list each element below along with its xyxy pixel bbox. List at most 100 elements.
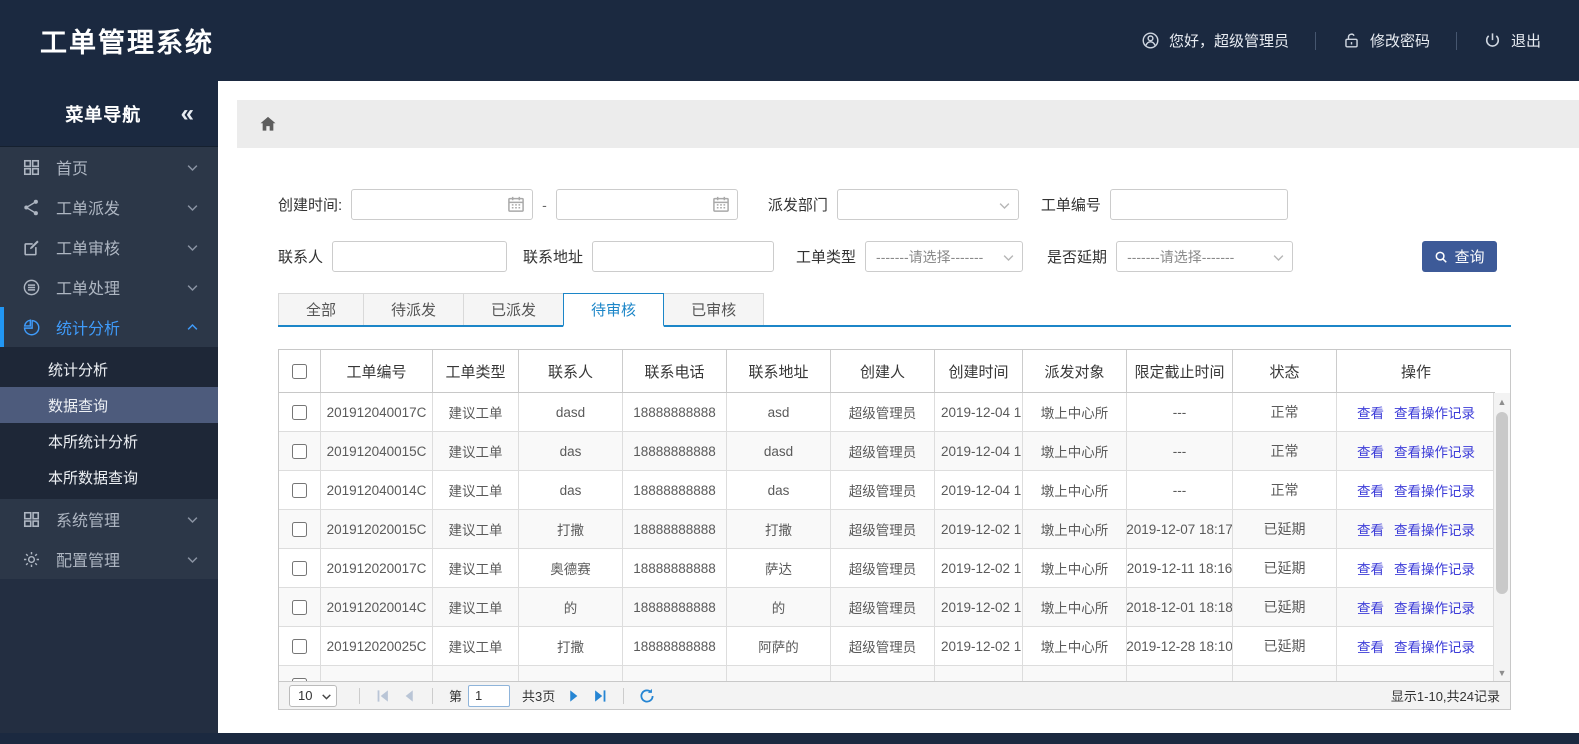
view-link[interactable]: 查看 bbox=[1357, 636, 1384, 656]
last-page-button[interactable] bbox=[591, 687, 609, 705]
cell-address: asd bbox=[727, 393, 831, 431]
scroll-down-arrow[interactable]: ▼ bbox=[1494, 664, 1510, 681]
page-size-select[interactable]: 10 bbox=[289, 684, 337, 707]
row-checkbox[interactable] bbox=[292, 599, 307, 615]
first-page-button[interactable] bbox=[374, 687, 392, 705]
scrollbar-thumb[interactable] bbox=[1496, 412, 1508, 594]
table-row: 201912020015C 建议工单 打撒 18888888888 打撒 超级管… bbox=[279, 510, 1495, 549]
view-link[interactable]: 查看 bbox=[1357, 480, 1384, 500]
col-header: 限定截止时间 bbox=[1127, 350, 1233, 392]
sidebar-item-label: 统计分析 bbox=[56, 321, 121, 338]
submenu-item-statistics[interactable]: 统计分析 bbox=[0, 351, 218, 387]
cell-deadline: --- bbox=[1127, 432, 1233, 470]
page-number-input[interactable] bbox=[468, 684, 511, 707]
tab-reviewed[interactable]: 已审核 bbox=[663, 293, 765, 325]
create-time-end-input[interactable] bbox=[555, 189, 738, 220]
submenu-item-branch-statistics[interactable]: 本所统计分析 bbox=[0, 423, 218, 459]
contact-label: 联系人 bbox=[278, 249, 324, 266]
pagination-bar: 10 第 共3页 显示1-10,共24 bbox=[279, 681, 1510, 709]
sidebar-item-dispatch[interactable]: 工单派发 bbox=[0, 187, 218, 227]
greeting-item[interactable]: 您好，超级管理员 bbox=[1141, 30, 1289, 51]
chevron-down-icon bbox=[185, 200, 200, 215]
sidebar-item-label: 首页 bbox=[56, 161, 89, 178]
view-log-link[interactable]: 查看操作记录 bbox=[1394, 480, 1475, 500]
scroll-up-arrow[interactable]: ▲ bbox=[1494, 393, 1510, 410]
cell-target: 墩上中心所 bbox=[1023, 627, 1127, 665]
nav-title: 菜单导航 bbox=[65, 104, 142, 125]
delay-select[interactable]: -------请选择------- bbox=[1116, 241, 1294, 272]
tab-to-review[interactable]: 待审核 bbox=[563, 293, 665, 327]
lock-icon bbox=[1342, 31, 1361, 50]
sidebar-item-config[interactable]: 配置管理 bbox=[0, 539, 218, 579]
row-checkbox[interactable] bbox=[292, 560, 307, 576]
next-page-button[interactable] bbox=[565, 687, 583, 705]
chevron-down-icon bbox=[185, 552, 200, 567]
row-checkbox[interactable] bbox=[292, 443, 307, 459]
edit-icon bbox=[22, 238, 41, 257]
cell-target: 墩上中心所 bbox=[1023, 588, 1127, 626]
row-checkbox[interactable] bbox=[292, 482, 307, 498]
view-link[interactable]: 查看 bbox=[1357, 402, 1384, 422]
view-log-link[interactable]: 查看操作记录 bbox=[1394, 402, 1475, 422]
view-log-link[interactable]: 查看操作记录 bbox=[1394, 558, 1475, 578]
status-badge: 正常 bbox=[1233, 432, 1337, 470]
sidebar-item-statistics[interactable]: 统计分析 bbox=[0, 307, 218, 347]
submenu-item-branch-data-query[interactable]: 本所数据查询 bbox=[0, 459, 218, 495]
prev-page-button[interactable] bbox=[400, 687, 418, 705]
cell-deadline: 2019-12-07 18:17 bbox=[1127, 510, 1233, 548]
view-link[interactable]: 查看 bbox=[1357, 441, 1384, 461]
sidebar-item-system[interactable]: 系统管理 bbox=[0, 499, 218, 539]
create-time-start-input[interactable] bbox=[351, 189, 534, 220]
cell-phone: 18888888888 bbox=[623, 432, 727, 470]
home-icon[interactable] bbox=[258, 114, 278, 134]
top-header: 工单管理系统 您好，超级管理员 修改密码 退出 bbox=[0, 0, 1579, 81]
create-time-label: 创建时间: bbox=[278, 197, 343, 214]
cell-type: 建议工单 bbox=[433, 471, 519, 509]
view-log-link[interactable]: 查看操作记录 bbox=[1394, 636, 1475, 656]
tab-dispatched[interactable]: 已派发 bbox=[463, 293, 565, 325]
sidebar-item-label: 工单审核 bbox=[56, 241, 121, 258]
address-input[interactable] bbox=[592, 241, 775, 272]
row-checkbox[interactable] bbox=[292, 404, 307, 420]
order-type-label: 工单类型 bbox=[796, 249, 857, 266]
view-link[interactable]: 查看 bbox=[1357, 597, 1384, 617]
contact-input[interactable] bbox=[332, 241, 508, 272]
tab-all[interactable]: 全部 bbox=[278, 293, 365, 325]
row-checkbox[interactable] bbox=[292, 521, 307, 537]
cell-order-no: 201912020017C bbox=[321, 549, 433, 587]
col-header: 派发对象 bbox=[1023, 350, 1127, 392]
user-icon bbox=[1141, 31, 1160, 50]
select-all-checkbox[interactable] bbox=[292, 363, 307, 379]
cell-created: 2019-12-02 16 bbox=[935, 588, 1023, 626]
view-log-link[interactable]: 查看操作记录 bbox=[1394, 519, 1475, 539]
sidebar-nav-header: 菜单导航 « bbox=[0, 81, 218, 147]
order-no-input[interactable] bbox=[1109, 189, 1288, 220]
sidebar-item-home[interactable]: 首页 bbox=[0, 147, 218, 187]
cell-deadline: 2019-12-11 18:16 bbox=[1127, 549, 1233, 587]
sidebar-item-review[interactable]: 工单审核 bbox=[0, 227, 218, 267]
sidebar-collapse-button[interactable]: « bbox=[181, 101, 218, 126]
order-type-select[interactable]: -------请选择------- bbox=[865, 241, 1024, 272]
change-password-button[interactable]: 修改密码 bbox=[1342, 30, 1430, 51]
logout-button[interactable]: 退出 bbox=[1483, 30, 1541, 51]
cell-order-no: 201912020015C bbox=[321, 510, 433, 548]
view-link[interactable]: 查看 bbox=[1357, 519, 1384, 539]
vertical-scrollbar[interactable]: ▲ ▼ bbox=[1493, 393, 1510, 681]
search-button[interactable]: 查询 bbox=[1422, 241, 1497, 272]
view-log-link[interactable]: 查看操作记录 bbox=[1394, 597, 1475, 617]
cell-type: 建议工单 bbox=[433, 510, 519, 548]
view-link[interactable]: 查看 bbox=[1357, 558, 1384, 578]
dispatch-dept-select[interactable] bbox=[836, 189, 1019, 220]
submenu-item-data-query[interactable]: 数据查询 bbox=[0, 387, 218, 423]
cell-deadline: --- bbox=[1127, 471, 1233, 509]
query-panel: 创建时间: - 派发部门 工单编号 联系人 联系地址 工单类型 -------请… bbox=[278, 148, 1511, 710]
sidebar-item-process[interactable]: 工单处理 bbox=[0, 267, 218, 307]
change-password-label: 修改密码 bbox=[1369, 33, 1430, 50]
view-log-link[interactable]: 查看操作记录 bbox=[1394, 441, 1475, 461]
refresh-icon[interactable] bbox=[638, 687, 656, 705]
tab-to-dispatch[interactable]: 待派发 bbox=[363, 293, 465, 325]
status-badge: 已延期 bbox=[1233, 549, 1337, 587]
row-checkbox[interactable] bbox=[292, 677, 307, 681]
row-checkbox[interactable] bbox=[292, 638, 307, 654]
status-badge: 正常 bbox=[1233, 471, 1337, 509]
